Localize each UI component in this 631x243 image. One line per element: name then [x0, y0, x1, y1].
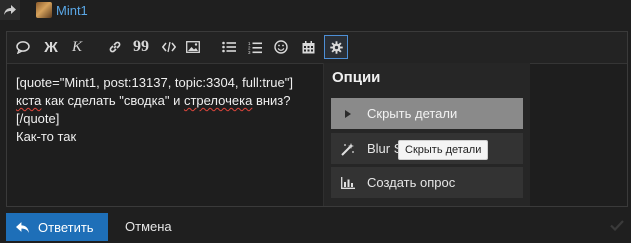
image-icon: [186, 41, 200, 53]
svg-text:3: 3: [248, 50, 251, 54]
numbered-list-icon: 123: [248, 41, 262, 54]
bullet-list-icon: [222, 41, 236, 53]
composer-textarea[interactable]: [quote="Mint1, post:13137, topic:3304, f…: [16, 74, 316, 146]
quote-button[interactable]: [13, 37, 33, 57]
date-button[interactable]: [298, 37, 318, 57]
image-button[interactable]: [183, 37, 203, 57]
menu-item-label: Создать опрос: [367, 175, 456, 190]
text-line: [/quote]: [16, 111, 60, 126]
magic-wand-icon: [341, 142, 355, 156]
emoji-button[interactable]: [271, 37, 291, 57]
editor-toolbar: Ж К 99 123: [7, 32, 627, 64]
text-line: Как-то так: [16, 129, 77, 144]
code-icon: [162, 41, 176, 53]
options-menu-title: Опции: [332, 69, 381, 86]
composer-editor: Ж К 99 123 [quote="Mint1, post:13137, to…: [6, 31, 628, 207]
reply-arrow-icon[interactable]: [0, 0, 20, 20]
tooltip: Скрыть детали: [398, 140, 489, 160]
code-button[interactable]: [159, 37, 179, 57]
bullet-list-button[interactable]: [219, 37, 239, 57]
link-icon: [108, 40, 122, 54]
options-button[interactable]: [324, 35, 348, 59]
reply-submit-button[interactable]: Ответить: [6, 213, 108, 241]
menu-item-create-poll[interactable]: Создать опрос: [331, 167, 523, 198]
misspelled-word: стрелочека: [183, 93, 253, 108]
bar-chart-icon: [341, 176, 355, 190]
italic-button[interactable]: К: [67, 37, 87, 57]
speech-bubble-icon: [16, 40, 30, 54]
reply-username[interactable]: Mint1: [56, 3, 88, 18]
link-button[interactable]: [105, 37, 125, 57]
blockquote-button[interactable]: 99: [131, 37, 151, 57]
reply-submit-label: Ответить: [38, 219, 94, 235]
text-line: кста как сделать "сводка" и стрелочека в…: [16, 93, 291, 108]
text-line: [quote="Mint1, post:13137, topic:3304, f…: [16, 75, 293, 90]
reply-context-bar: Mint1: [0, 0, 631, 20]
composer-actions: Ответить Отмена: [0, 213, 631, 243]
smiley-icon: [274, 40, 288, 54]
calendar-icon: [302, 40, 315, 54]
gear-icon: [329, 40, 343, 54]
menu-item-label: Скрыть детали: [367, 106, 458, 121]
misspelled-word: кста: [16, 93, 42, 108]
caret-right-icon: [341, 107, 355, 121]
cancel-link[interactable]: Отмена: [125, 219, 172, 234]
checkmark-icon: [610, 218, 624, 236]
avatar: [36, 2, 52, 18]
reply-icon: [16, 221, 29, 233]
menu-item-hide-details[interactable]: Скрыть детали: [331, 98, 523, 129]
options-menu: Опции Скрыть детали Blur S Создать опрос: [323, 63, 530, 206]
bold-button[interactable]: Ж: [41, 37, 61, 57]
numbered-list-button[interactable]: 123: [245, 37, 265, 57]
